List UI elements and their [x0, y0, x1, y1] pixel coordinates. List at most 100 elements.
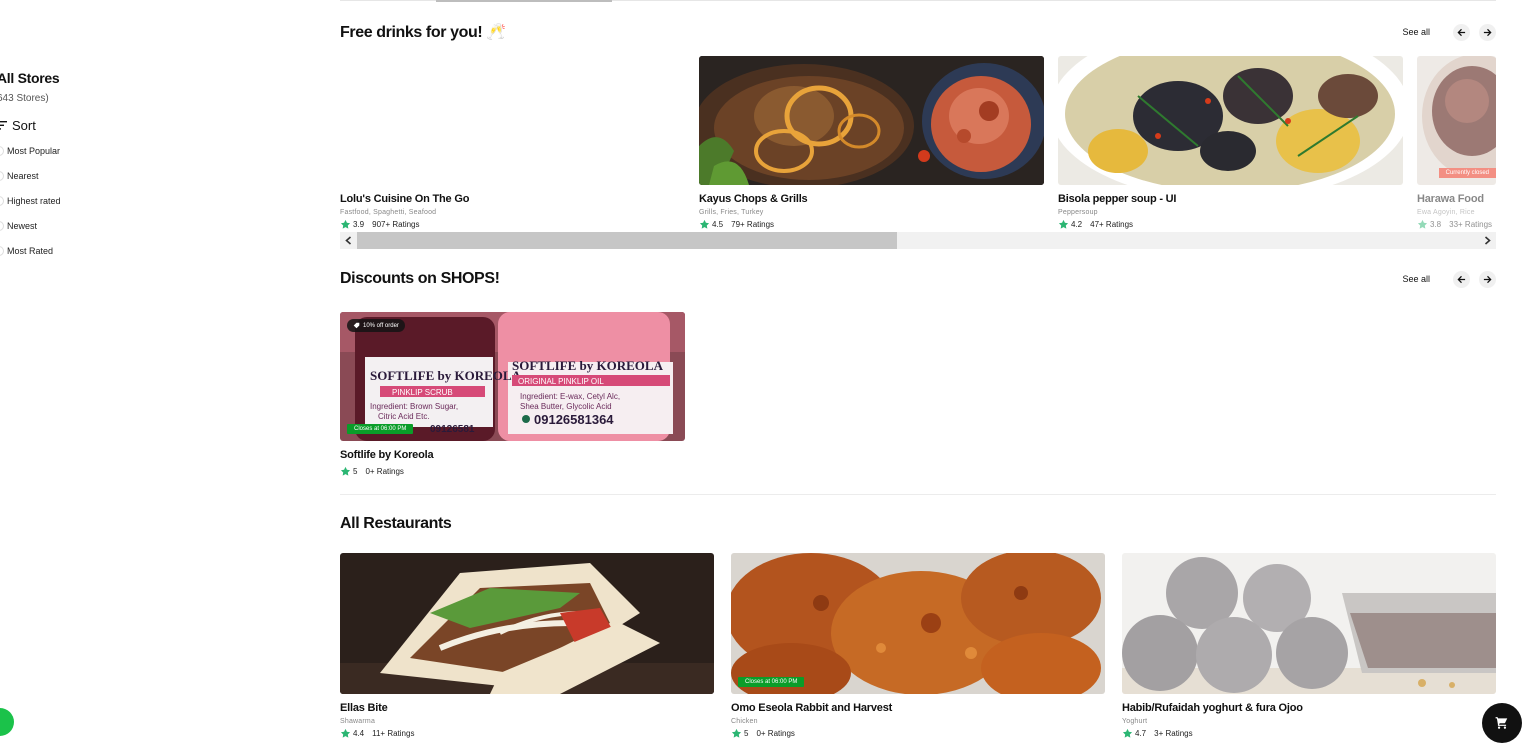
- sort-option-most-rated[interactable]: Most Rated: [0, 238, 117, 263]
- store-category: Chicken: [731, 718, 758, 725]
- store-name: Omo Eseola Rabbit and Harvest: [731, 702, 893, 714]
- radio-button[interactable]: [0, 195, 4, 206]
- store-rating: 4.5 79+ Ratings: [699, 219, 1044, 230]
- sort-option-nearest[interactable]: Nearest: [0, 163, 117, 188]
- chevron-right-icon: [1484, 236, 1491, 245]
- store-category: Shawarma: [340, 718, 376, 725]
- cart-button[interactable]: [1482, 703, 1522, 743]
- product-label-2-sub: ORIGINAL PINKLIP OIL: [518, 377, 604, 386]
- star-icon: [1122, 728, 1133, 738]
- store-rating: 4.4 11+ Ratings: [340, 728, 714, 739]
- radio-button[interactable]: [0, 220, 4, 231]
- shop-card[interactable]: SOFTLIFE by KOREOLA PINKLIP SCRUB Ingred…: [340, 312, 685, 477]
- see-all-link[interactable]: See all: [1402, 27, 1430, 37]
- discounts-header: Discounts on SHOPS! See all: [340, 270, 1496, 288]
- chat-button[interactable]: [0, 708, 14, 736]
- pepper-soup-image: [1058, 56, 1403, 185]
- carousel-next-button[interactable]: [1479, 270, 1496, 288]
- product-label-2-phone: 09126581364: [534, 412, 614, 427]
- scroll-right-button[interactable]: [1479, 232, 1496, 249]
- product-label-2-ingredients: Ingredient: E-wax, Cetyl Alc,: [520, 392, 620, 401]
- product-label-1-ingredients-2: Citric Acid Etc.: [378, 412, 430, 421]
- radio-button[interactable]: [0, 170, 4, 181]
- ratings-count: 0+ Ratings: [756, 729, 795, 738]
- star-icon: [340, 466, 351, 476]
- sort-icon: [0, 121, 7, 130]
- sort-option-newest[interactable]: Newest: [0, 213, 117, 238]
- store-image: Currently closed: [1417, 56, 1496, 185]
- arrow-left-icon: [1457, 275, 1466, 283]
- section-title: All Restaurants: [340, 515, 452, 532]
- rating-value: 4.4: [353, 729, 365, 738]
- star-icon: [340, 728, 351, 738]
- chevron-left-icon: [345, 236, 352, 245]
- section-title: Free drinks for you! 🥂: [340, 24, 506, 41]
- store-rating: 4.7 3+ Ratings: [1122, 728, 1496, 739]
- restaurant-card[interactable]: Closes at 06:00 PM Omo Eseola Rabbit and…: [731, 553, 1105, 739]
- product-label-2-ingredients-2: Shea Butter, Glycolic Acid: [520, 402, 612, 411]
- store-category: Fastfood, Spaghetti, Seafood: [340, 209, 437, 216]
- sort-option-most-popular[interactable]: Most Popular: [0, 138, 117, 163]
- store-card[interactable]: Kayus Chops & Grills Grills, Fries, Turk…: [699, 56, 1044, 230]
- carousel-prev-button[interactable]: [1453, 23, 1470, 41]
- restaurant-card[interactable]: Habib/Rufaidah yoghurt & fura Ojoo Yoghu…: [1122, 553, 1496, 739]
- store-image: [340, 553, 714, 694]
- see-all-link[interactable]: See all: [1402, 274, 1430, 284]
- sort-label: Sort: [12, 118, 36, 133]
- store-name: Ellas Bite: [340, 702, 388, 714]
- ratings-count: 33+ Ratings: [1449, 220, 1493, 229]
- star-icon: [731, 728, 742, 738]
- rating-value: 5: [353, 467, 358, 476]
- store-card[interactable]: Lolu's Cuisine On The Go Fastfood, Spagh…: [340, 56, 685, 230]
- top-scroll-thumb[interactable]: [436, 0, 612, 2]
- store-image: [1058, 56, 1403, 185]
- store-name: Lolu's Cuisine On The Go: [340, 193, 470, 205]
- restaurant-card[interactable]: Ellas Bite Shawarma 4.4 11+ Ratings: [340, 553, 714, 739]
- arrow-right-icon: [1483, 28, 1492, 36]
- product-label-1-phone: 09126581: [430, 424, 475, 435]
- radio-button[interactable]: [0, 145, 4, 156]
- store-name: Habib/Rufaidah yoghurt & fura Ojoo: [1122, 702, 1303, 714]
- section-title: Discounts on SHOPS!: [340, 270, 500, 287]
- sort-option-label: Newest: [7, 220, 38, 231]
- arrow-right-icon: [1483, 275, 1492, 283]
- radio-button[interactable]: [0, 245, 4, 256]
- store-category: Grills, Fries, Turkey: [699, 209, 764, 216]
- store-name: Bisola pepper soup - UI: [1058, 193, 1177, 205]
- rating-value: 4.7: [1135, 729, 1147, 738]
- fura-yoghurt-image: [1122, 553, 1496, 694]
- ratings-count: 3+ Ratings: [1154, 729, 1193, 738]
- closing-time-badge: Closes at 06:00 PM: [738, 677, 805, 687]
- scrollbar-thumb[interactable]: [357, 232, 897, 249]
- store-card[interactable]: Bisola pepper soup - UI Peppersoup 4.2 4…: [1058, 56, 1403, 230]
- carousel-next-button[interactable]: [1479, 23, 1496, 41]
- sort-options: Most Popular Nearest Highest rated Newes…: [0, 138, 117, 263]
- stores-count: 643 Stores): [0, 93, 49, 104]
- rice-beans-image: [1417, 56, 1496, 185]
- product-label-2-title: SOFTLIFE by KOREOLA: [512, 358, 664, 373]
- product-label-1-title: SOFTLIFE by KOREOLA: [370, 368, 522, 383]
- star-icon: [1058, 219, 1069, 229]
- carousel-prev-button[interactable]: [1453, 270, 1470, 288]
- store-category: Yoghurt: [1122, 718, 1148, 725]
- sort-option-highest-rated[interactable]: Highest rated: [0, 188, 117, 213]
- store-image: [699, 56, 1044, 185]
- store-image: Closes at 06:00 PM: [731, 553, 1105, 694]
- free-drinks-header: Free drinks for you! 🥂 See all: [340, 22, 1496, 42]
- rating-value: 3.8: [1430, 220, 1442, 229]
- sort-header: Sort: [0, 118, 117, 133]
- product-label-1-sub: PINKLIP SCRUB: [392, 388, 453, 397]
- grilled-fish-image: [699, 56, 1044, 185]
- store-card[interactable]: Currently closed Harawa Food Ewa Agoyin,…: [1417, 56, 1496, 230]
- sort-option-label: Most Rated: [7, 245, 54, 256]
- store-rating: 3.9 907+ Ratings: [340, 219, 685, 230]
- ratings-count: 11+ Ratings: [372, 729, 415, 738]
- store-rating: 4.2 47+ Ratings: [1058, 219, 1403, 230]
- promo-badge: 10% off order: [347, 319, 405, 332]
- store-image: [340, 56, 685, 185]
- stores-title: All Stores: [0, 70, 60, 86]
- cart-icon: [1495, 717, 1508, 729]
- horizontal-scrollbar[interactable]: [340, 232, 1496, 249]
- ratings-count: 47+ Ratings: [1090, 220, 1134, 229]
- scroll-left-button[interactable]: [340, 232, 357, 249]
